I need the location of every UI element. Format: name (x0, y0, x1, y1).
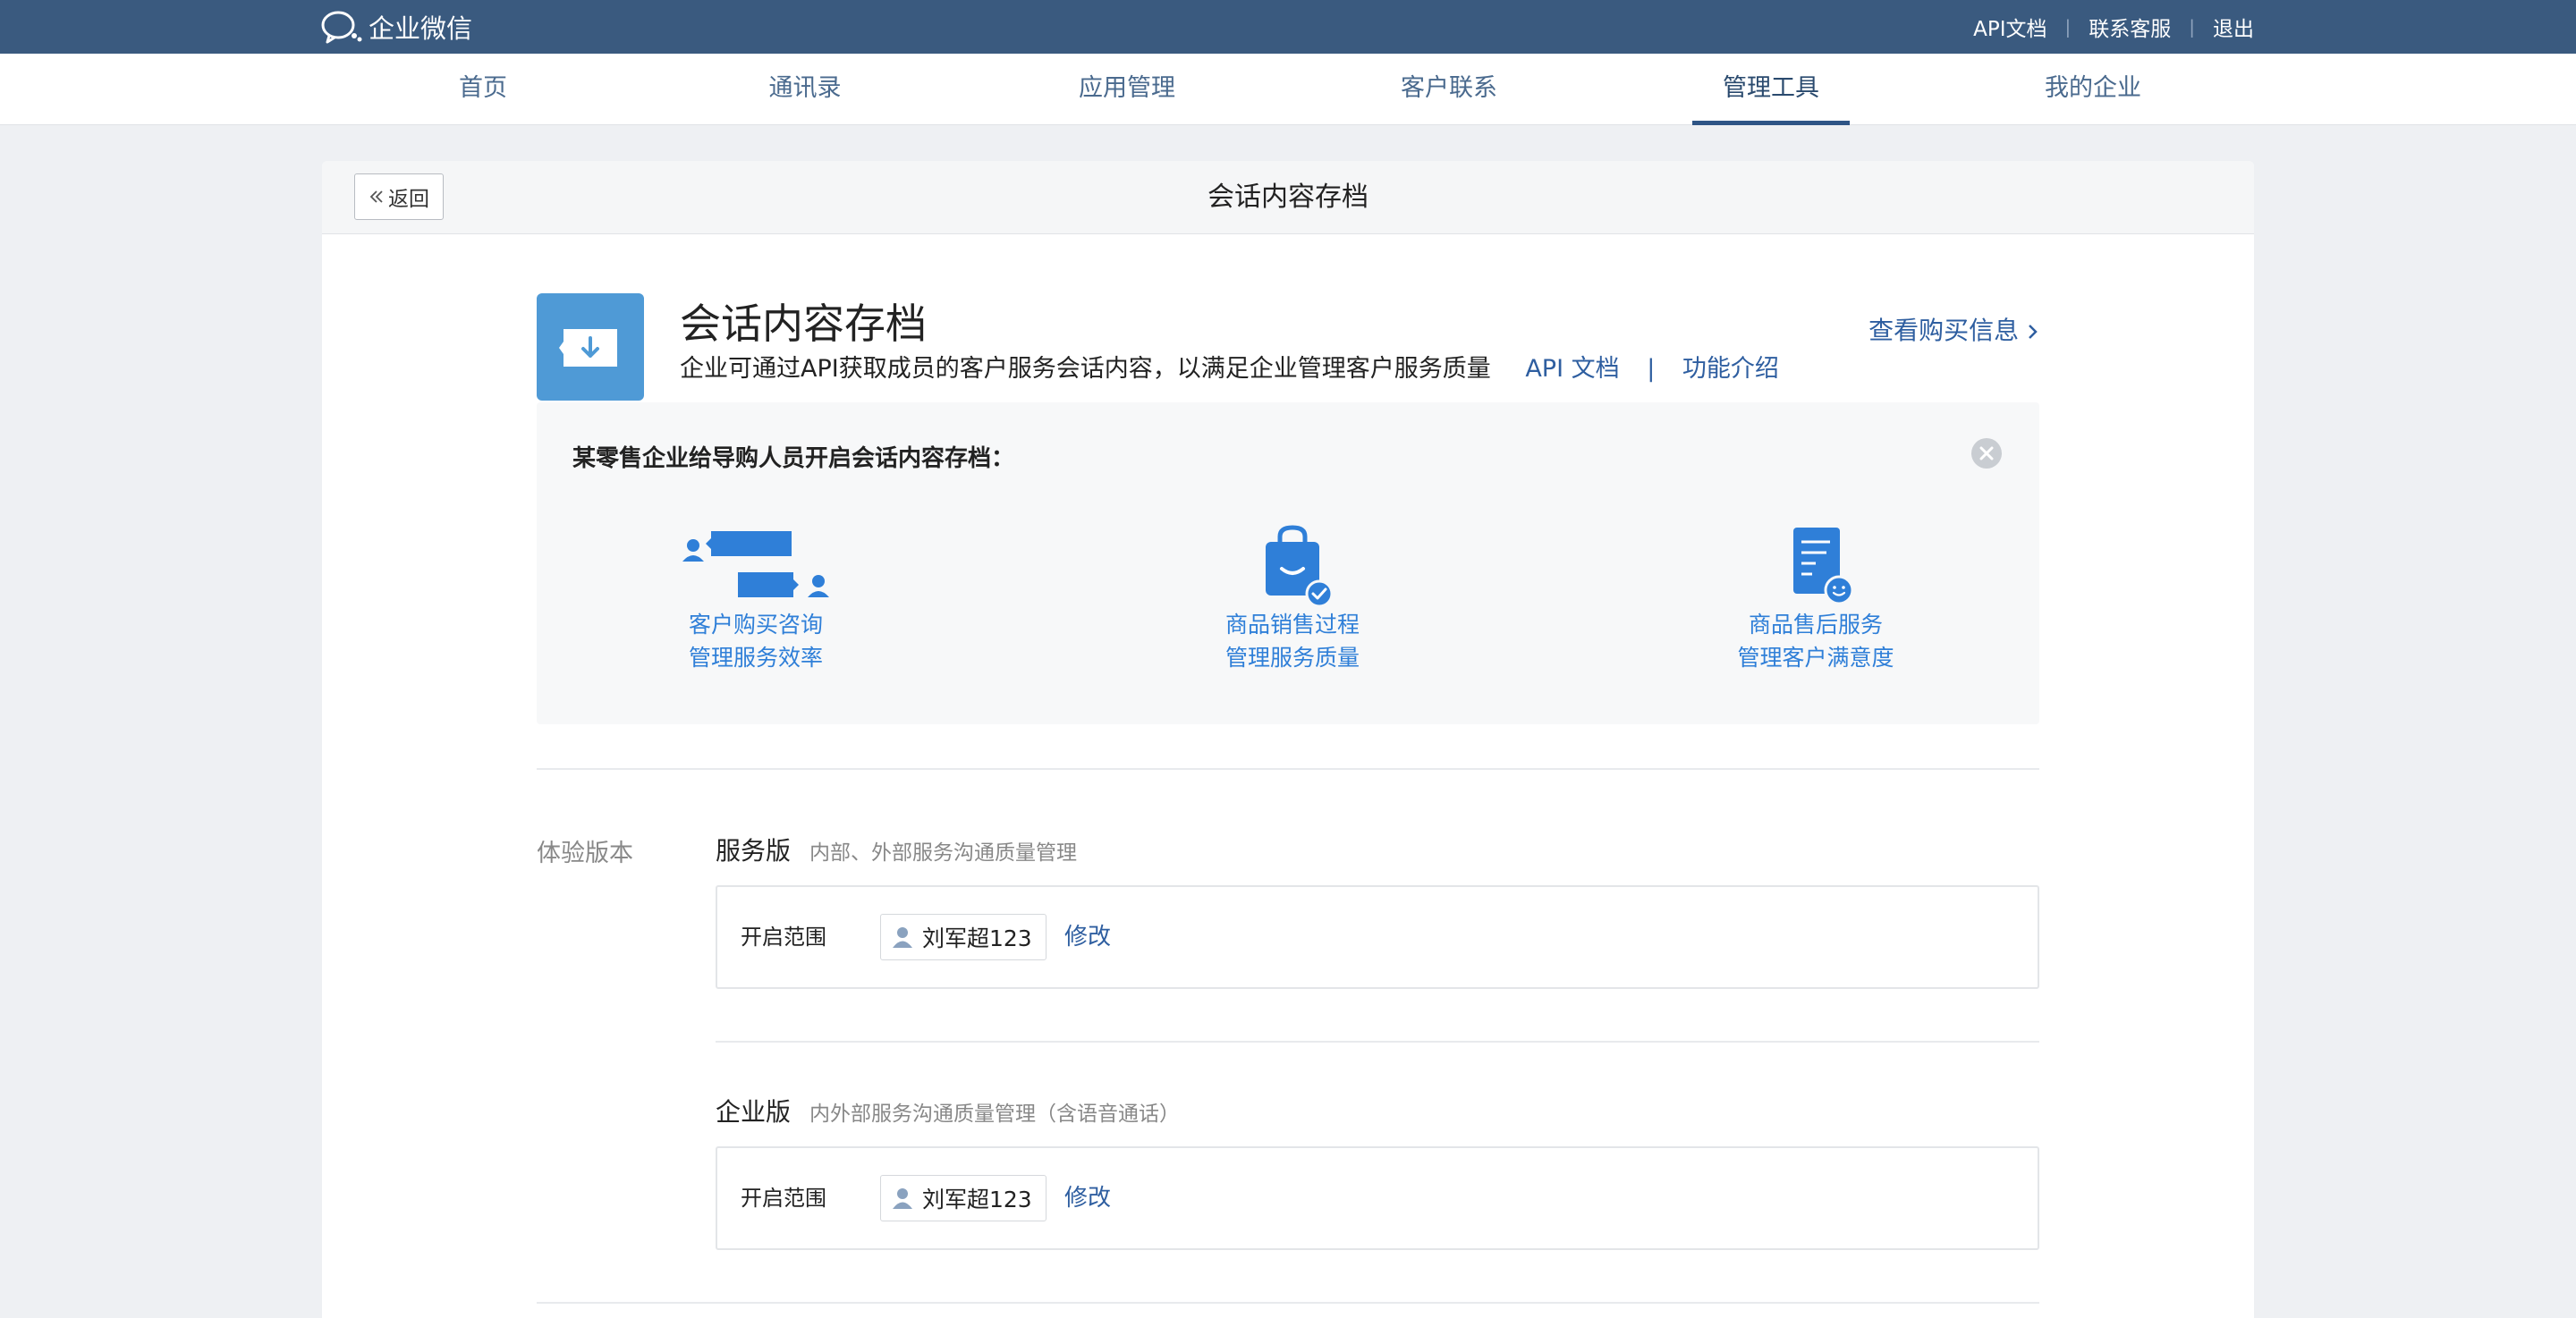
feature-aftersales-line2: 管理客户满意度 (1737, 645, 1894, 671)
divider (716, 1041, 2039, 1043)
api-doc-link[interactable]: API文档 (1973, 12, 2046, 42)
edition-service-scope: 开启范围 刘军超123 修改 (716, 885, 2039, 989)
top-bar: 企业微信 API文档 | 联系客服 | 退出 (0, 0, 2576, 54)
user-icon (893, 927, 912, 948)
close-icon[interactable] (1970, 436, 2004, 470)
user-icon (893, 1188, 912, 1209)
logo-text: 企业微信 (369, 13, 473, 44)
nav-home[interactable]: 首页 (404, 54, 562, 125)
contact-support-link[interactable]: 联系客服 (2089, 12, 2171, 42)
scope-label: 开启范围 (741, 925, 826, 950)
back-button[interactable]: 返回 (354, 173, 444, 220)
nav-my-enterprise[interactable]: 我的企业 (2014, 54, 2172, 125)
member-tag[interactable]: 刘军超123 (880, 1175, 1046, 1221)
feature-consult: 客户购买咨询 管理服务效率 (595, 519, 917, 674)
logo[interactable]: 企业微信 (320, 9, 472, 45)
example-title: 某零售企业给导购人员开启会话内容存档： (572, 445, 1015, 472)
wecom-logo-icon (321, 11, 362, 44)
example-panel: 某零售企业给导购人员开启会话内容存档： 客户购买咨询 管理服务效率 商品销售过程… (537, 402, 2039, 724)
chevron-right-icon (2029, 325, 2038, 339)
member-name: 刘军超123 (922, 1187, 1032, 1212)
api-doc-link-inline[interactable]: API 文档 (1525, 355, 1619, 383)
scope-label: 开启范围 (741, 1186, 826, 1211)
divider (537, 768, 2039, 770)
card-header: 会话内容存档 返回 (322, 161, 2254, 234)
feature-sales-line1: 商品销售过程 (1224, 612, 1360, 638)
main-nav: 首页 通讯录 应用管理 客户联系 管理工具 我的企业 (0, 54, 2576, 125)
modify-link[interactable]: 修改 (1064, 1148, 1111, 1248)
page-title: 会话内容存档 (1208, 182, 1368, 213)
modify-link[interactable]: 修改 (1064, 887, 1111, 987)
edition-enterprise-name: 企业版 (716, 1097, 792, 1127)
feature-aftersales: 商品售后服务 管理客户满意度 (1655, 519, 1977, 674)
member-name: 刘军超123 (922, 925, 1032, 951)
chat-bubbles-icon (682, 531, 829, 597)
archive-download-icon (559, 329, 617, 367)
nav-customer-contact[interactable]: 客户联系 (1370, 54, 1528, 125)
back-label: 返回 (388, 188, 429, 211)
edition-service-name: 服务版 (716, 836, 792, 866)
feature-sales: 商品销售过程 管理服务质量 (1131, 519, 1453, 674)
feature-intro-link[interactable]: 功能介绍 (1682, 355, 1779, 383)
feature-sales-line2: 管理服务质量 (1224, 645, 1360, 671)
view-purchase-info-link[interactable]: 查看购买信息 (1868, 311, 2039, 347)
app-icon (537, 293, 644, 401)
divider (537, 1302, 2039, 1304)
app-title: 会话内容存档 (680, 300, 927, 348)
logout-link[interactable]: 退出 (2213, 12, 2254, 42)
nav-management-tools[interactable]: 管理工具 (1692, 54, 1850, 125)
edition-enterprise-desc: 内外部服务沟通质量管理（含语音通话） (809, 1103, 1180, 1126)
feature-consult-line2: 管理服务效率 (688, 645, 823, 671)
feature-consult-line1: 客户购买咨询 (688, 612, 823, 638)
shopping-bag-icon (1266, 525, 1334, 608)
trial-version-label: 体验版本 (537, 840, 633, 867)
edition-service-desc: 内部、外部服务沟通质量管理 (809, 841, 1077, 865)
nav-contacts[interactable]: 通讯录 (726, 54, 884, 125)
feature-aftersales-line1: 商品售后服务 (1748, 612, 1883, 638)
content-card: 会话内容存档 返回 会话内容存档 企业可通过API获取成员的客户服务会话内容，以… (322, 161, 2254, 1318)
edition-enterprise-scope: 开启范围 刘军超123 修改 (716, 1146, 2039, 1250)
link-separator: | (1647, 355, 1656, 383)
document-smile-icon (1793, 528, 1854, 605)
nav-apps[interactable]: 应用管理 (1048, 54, 1206, 125)
member-tag[interactable]: 刘军超123 (880, 914, 1046, 960)
top-links: API文档 | 联系客服 | 退出 (1973, 0, 2254, 54)
app-description: 企业可通过API获取成员的客户服务会话内容，以满足企业管理客户服务质量 API … (680, 349, 1779, 384)
app-description-text: 企业可通过API获取成员的客户服务会话内容，以满足企业管理客户服务质量 (680, 355, 1491, 383)
double-chevron-left-icon (369, 190, 383, 203)
